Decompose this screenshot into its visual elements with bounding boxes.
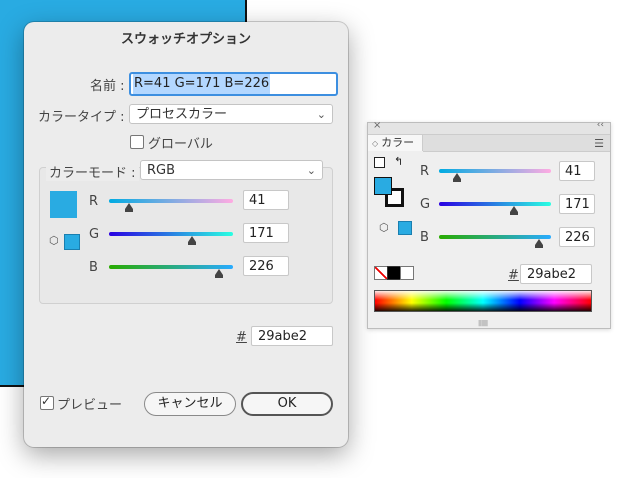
g-channel-label: G [89,227,100,242]
sort-arrows-icon: ◇ [372,139,379,148]
collapse-icon[interactable]: ‹‹ [597,120,604,130]
g-value-field[interactable]: 171 [243,223,289,243]
g-value-field[interactable]: 171 [559,194,595,214]
tab-color[interactable]: ◇ カラー [368,135,423,151]
color-panel: × ‹‹ ◇ カラー ☰ ↰ ⬡ R 41 G 171 B 226 # 29abe… [367,120,611,329]
color-spectrum-bar[interactable] [374,290,592,312]
g-slider-track[interactable] [109,232,233,236]
global-checkbox[interactable] [130,135,144,149]
chevron-down-icon: ⌄ [316,108,326,121]
r-slider-thumb[interactable] [124,203,133,212]
color-type-select[interactable]: プロセスカラー ⌄ [129,104,333,124]
global-label: グローバル [148,137,213,152]
g-slider-track[interactable] [439,202,551,206]
r-value-field[interactable]: 41 [559,161,595,181]
hex-value-field[interactable]: 29abe2 [520,264,592,284]
color-preview-swatch [50,191,77,218]
b-slider-thumb[interactable] [534,239,543,248]
panel-tab-strip [423,135,610,152]
resize-grip-icon[interactable]: ||||||||| [478,320,488,327]
black-color-button[interactable] [387,266,401,280]
color-mode-value: RGB [147,163,176,178]
name-label: 名前 : [90,79,125,94]
close-icon[interactable]: × [373,120,381,131]
b-channel-label: B [420,230,429,245]
color-type-label: カラータイプ : [38,110,125,125]
panel-title-bar[interactable]: × ‹‹ [368,120,610,135]
tab-color-label: カラー [381,136,415,149]
hex-hash-label: # [236,330,247,345]
b-slider-thumb[interactable] [215,269,224,278]
web-safe-color-swatch[interactable] [398,221,412,235]
g-channel-label: G [420,197,431,212]
preview-checkbox[interactable] [40,394,54,410]
b-value-field[interactable]: 226 [243,256,289,276]
web-safe-color-swatch[interactable] [64,234,80,250]
white-color-button[interactable] [400,266,414,280]
color-mode-select[interactable]: RGB ⌄ [140,160,323,180]
r-value-field[interactable]: 41 [243,190,289,210]
b-value-field[interactable]: 226 [559,227,595,247]
b-channel-label: B [89,260,98,275]
color-type-value: プロセスカラー [136,107,228,122]
dialog-title: スウォッチオプション [120,32,251,47]
hex-hash-label: # [508,268,519,283]
web-safe-cube-icon[interactable]: ⬡ [379,221,389,234]
none-color-button[interactable] [374,266,388,280]
ok-button[interactable]: OK [241,392,333,416]
r-channel-label: R [89,194,99,209]
preview-label: プレビュー [57,398,123,413]
swatch-name-value: R=41 G=171 B=226 [133,74,271,94]
swap-colors-icon[interactable]: ↰ [394,155,403,168]
g-slider-thumb[interactable] [510,206,519,215]
swatch-name-field[interactable]: R=41 G=171 B=226 [129,72,338,96]
chevron-down-icon: ⌄ [306,164,316,177]
swatch-options-dialog: スウォッチオプション 名前 : R=41 G=171 B=226 カラータイプ … [24,22,348,447]
default-colors-icon[interactable] [374,157,385,168]
fill-color-box[interactable] [374,177,392,195]
r-channel-label: R [420,164,430,179]
g-slider-thumb[interactable] [188,236,197,245]
panel-menu-icon[interactable]: ☰ [594,137,604,150]
hex-value-field[interactable]: 29abe2 [251,326,333,346]
r-slider-thumb[interactable] [452,173,461,182]
cancel-button[interactable]: キャンセル [144,392,236,416]
color-mode-label: カラーモード : [46,162,139,181]
web-safe-cube-icon[interactable]: ⬡ [49,234,59,247]
